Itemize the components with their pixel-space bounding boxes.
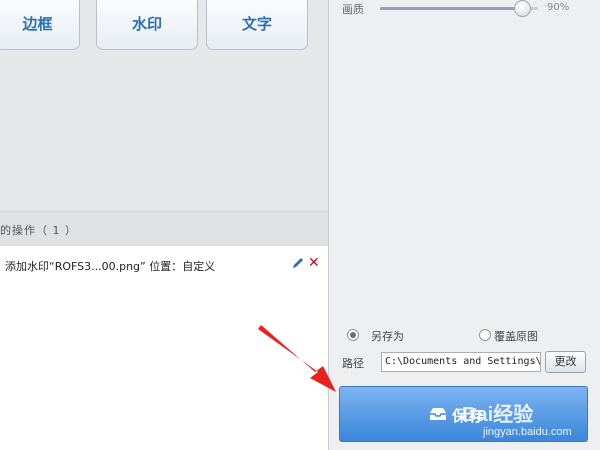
list-item[interactable]: 添加水印“ROFS3...00.png” 位置：自定义 ✕ <box>0 246 328 280</box>
quality-slider-fill <box>380 7 523 10</box>
pencil-icon[interactable] <box>292 257 304 269</box>
operations-header-label: 的操作（ 1 ） <box>0 224 77 237</box>
inbox-icon <box>430 408 446 420</box>
border-tool-label: 边框 <box>22 15 53 33</box>
path-label: 路径 <box>342 357 364 370</box>
overwrite-radio[interactable] <box>479 329 491 341</box>
operation-text: 添加水印“ROFS3...00.png” 位置：自定义 <box>5 260 216 273</box>
operations-panel: 边框 水印 文字 的操作（ 1 ） 添加水印“ROFS3...00.png” 位… <box>0 0 329 450</box>
text-tool-label: 文字 <box>241 15 272 33</box>
watermark-tool-button[interactable]: 水印 <box>96 0 198 50</box>
quality-slider[interactable] <box>380 0 538 17</box>
path-field[interactable]: C:\Documents and Settings\ <box>381 352 541 372</box>
change-path-button[interactable]: 更改 <box>545 351 586 373</box>
operations-list: 添加水印“ROFS3...00.png” 位置：自定义 ✕ <box>0 246 328 450</box>
save-as-radio[interactable] <box>347 329 359 341</box>
close-icon[interactable]: ✕ <box>308 255 320 271</box>
text-tool-button[interactable]: 文字 <box>206 0 308 50</box>
watermark-tool-label: 水印 <box>131 15 162 33</box>
settings-panel <box>329 0 600 450</box>
baidu-watermark-url: jingyan.baidu.com <box>483 426 572 438</box>
border-tool-button[interactable]: 边框 <box>0 0 80 50</box>
quality-slider-thumb[interactable] <box>514 0 532 17</box>
quality-value: 90% <box>547 2 570 13</box>
save-as-label: 另存为 <box>371 330 404 343</box>
baidu-watermark: Bai经验 <box>462 404 534 426</box>
operations-header: 的操作（ 1 ） <box>0 211 328 247</box>
overwrite-label: 覆盖原图 <box>494 330 538 343</box>
quality-label: 画质 <box>342 3 364 16</box>
